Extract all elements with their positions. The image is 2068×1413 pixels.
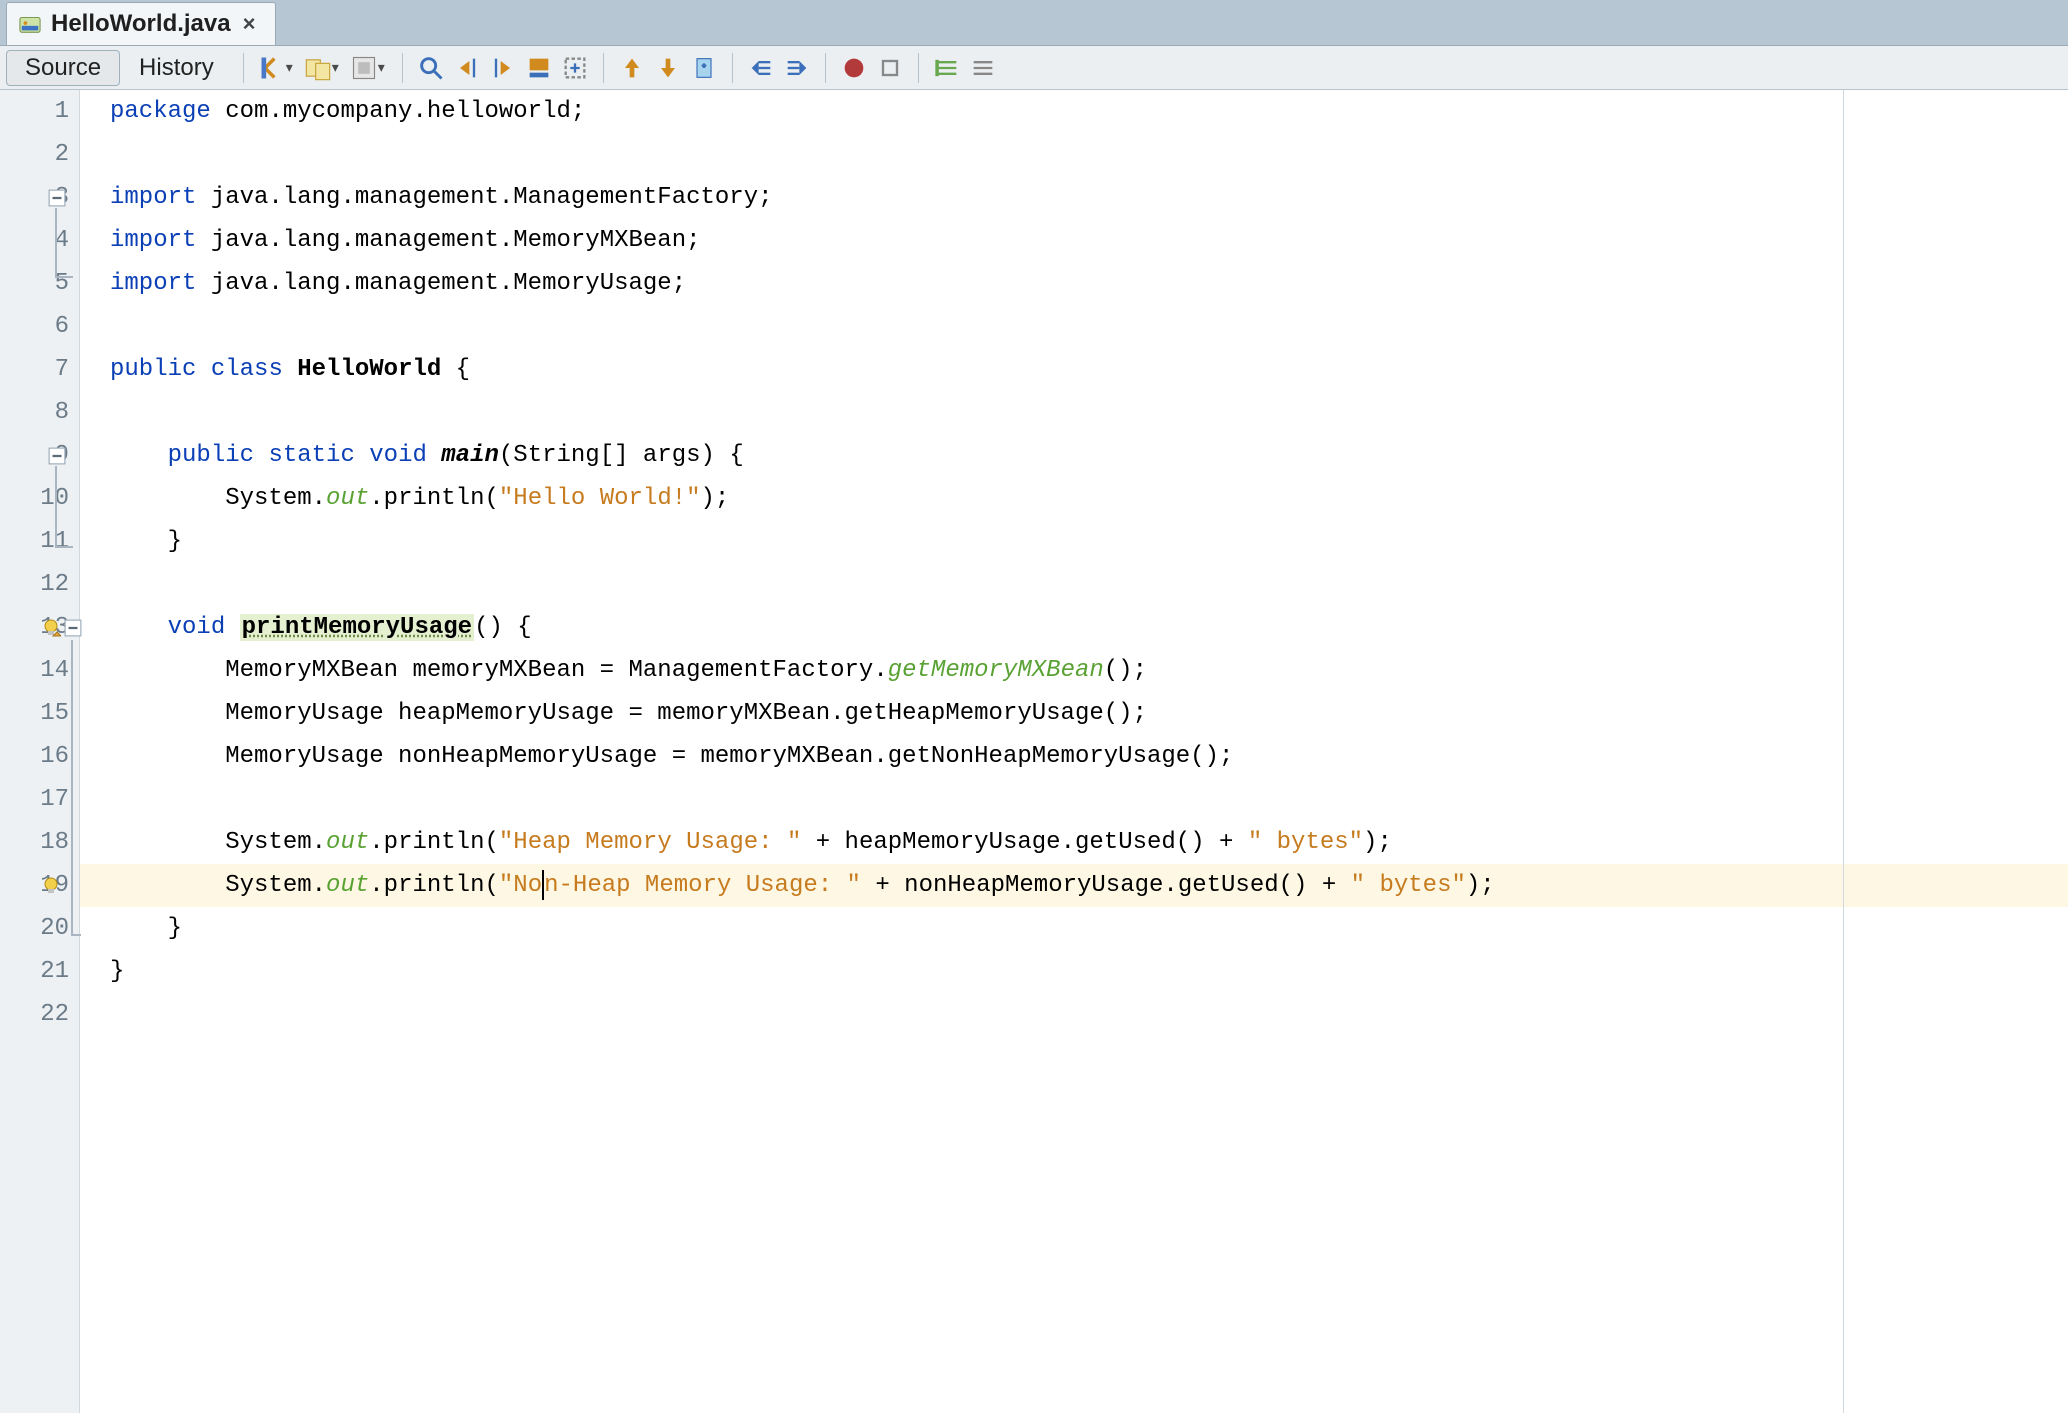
code-line[interactable] xyxy=(80,133,2068,176)
fold-guide xyxy=(55,208,57,276)
code-line[interactable] xyxy=(80,563,2068,606)
line-number: 7 xyxy=(0,348,79,391)
back-icon[interactable] xyxy=(254,50,290,86)
uncomment-icon[interactable] xyxy=(965,50,1001,86)
toolbar-separator xyxy=(603,53,604,83)
toolbar-separator xyxy=(243,53,244,83)
toolbar-separator xyxy=(825,53,826,83)
line-number: 3 xyxy=(0,176,79,219)
line-number: 6 xyxy=(0,305,79,348)
lightbulb-hint-icon[interactable] xyxy=(40,875,62,897)
toolbar-separator xyxy=(918,53,919,83)
line-number: 12 xyxy=(0,563,79,606)
code-line[interactable]: } xyxy=(80,520,2068,563)
prev-bookmark-icon[interactable] xyxy=(614,50,650,86)
code-line[interactable]: public class HelloWorld { xyxy=(80,348,2068,391)
line-number: 20 xyxy=(0,907,79,950)
code-line[interactable]: package com.mycompany.helloworld; xyxy=(80,90,2068,133)
code-editor[interactable]: 1 2 3 4 5 6 7 8 9 10 11 12 13 14 15 16 1… xyxy=(0,90,2068,1413)
code-line[interactable]: MemoryUsage heapMemoryUsage = memoryMXBe… xyxy=(80,692,2068,735)
code-line[interactable] xyxy=(80,778,2068,821)
file-tab[interactable]: HelloWorld.java × xyxy=(6,2,276,45)
toolbar-separator xyxy=(732,53,733,83)
toggle-bookmark-icon[interactable] xyxy=(686,50,722,86)
next-occurrence-icon[interactable] xyxy=(485,50,521,86)
search-icon[interactable] xyxy=(413,50,449,86)
text-caret xyxy=(542,870,544,900)
line-number: 14 xyxy=(0,649,79,692)
line-number: 19 xyxy=(0,864,79,907)
shift-right-icon[interactable] xyxy=(779,50,815,86)
history-view-button[interactable]: History xyxy=(120,50,233,86)
line-number: 4 xyxy=(0,219,79,262)
code-line[interactable]: import java.lang.management.MemoryMXBean… xyxy=(80,219,2068,262)
code-line[interactable]: } xyxy=(80,907,2068,950)
code-line[interactable] xyxy=(80,305,2068,348)
code-line[interactable]: public static void main(String[] args) { xyxy=(80,434,2068,477)
close-tab-icon[interactable]: × xyxy=(241,11,258,37)
fold-guide xyxy=(55,466,57,546)
line-number: 22 xyxy=(0,993,79,1036)
line-number: 8 xyxy=(0,391,79,434)
java-file-icon xyxy=(19,13,41,35)
prev-occurrence-icon[interactable] xyxy=(449,50,485,86)
fold-guide xyxy=(71,640,73,934)
line-number: 9 xyxy=(0,434,79,477)
stop-macro-icon[interactable] xyxy=(872,50,908,86)
next-bookmark-icon[interactable] xyxy=(650,50,686,86)
dropdown-caret-icon[interactable]: ▾ xyxy=(378,59,388,76)
toggle-icon[interactable] xyxy=(346,50,382,86)
tab-filename-label: HelloWorld.java xyxy=(51,10,231,38)
source-view-button[interactable]: Source xyxy=(6,50,120,86)
line-number: 17 xyxy=(0,778,79,821)
code-line[interactable]: import java.lang.management.MemoryUsage; xyxy=(80,262,2068,305)
code-line-current[interactable]: System.out.println("Non-Heap Memory Usag… xyxy=(80,864,2068,907)
code-area[interactable]: package com.mycompany.helloworld; import… xyxy=(80,90,2068,1413)
code-line[interactable]: } xyxy=(80,950,2068,993)
code-line[interactable]: System.out.println("Hello World!"); xyxy=(80,477,2068,520)
forward-icon[interactable] xyxy=(300,50,336,86)
comment-icon[interactable] xyxy=(929,50,965,86)
editor-toolbar: Source History ▾ ▾ ▾ xyxy=(0,46,2068,90)
toolbar-separator xyxy=(402,53,403,83)
line-number: 2 xyxy=(0,133,79,176)
line-number: 18 xyxy=(0,821,79,864)
line-number: 1 xyxy=(0,90,79,133)
toggle-highlight-icon[interactable] xyxy=(521,50,557,86)
line-number: 5 xyxy=(0,262,79,305)
line-number: 21 xyxy=(0,950,79,993)
line-number: 15 xyxy=(0,692,79,735)
dropdown-caret-icon[interactable]: ▾ xyxy=(332,59,342,76)
warning-lightbulb-icon[interactable] xyxy=(40,617,62,639)
code-line[interactable]: import java.lang.management.ManagementFa… xyxy=(80,176,2068,219)
shift-left-icon[interactable] xyxy=(743,50,779,86)
line-number: 16 xyxy=(0,735,79,778)
fold-guide xyxy=(55,546,73,548)
code-line[interactable]: void printMemoryUsage() { xyxy=(80,606,2068,649)
code-line[interactable]: MemoryMXBean memoryMXBean = ManagementFa… xyxy=(80,649,2068,692)
fold-toggle-icon[interactable] xyxy=(48,447,66,465)
line-number: 11 xyxy=(0,520,79,563)
code-line[interactable]: System.out.println("Heap Memory Usage: "… xyxy=(80,821,2068,864)
line-number: 10 xyxy=(0,477,79,520)
start-macro-icon[interactable] xyxy=(836,50,872,86)
gutter: 1 2 3 4 5 6 7 8 9 10 11 12 13 14 15 16 1… xyxy=(0,90,80,1413)
dropdown-caret-icon[interactable]: ▾ xyxy=(286,59,296,76)
line-number: 13 xyxy=(0,606,79,649)
fold-guide xyxy=(55,276,73,278)
code-line[interactable] xyxy=(80,993,2068,1036)
selection-mode-icon[interactable] xyxy=(557,50,593,86)
fold-toggle-icon[interactable] xyxy=(48,189,66,207)
code-line[interactable]: MemoryUsage nonHeapMemoryUsage = memoryM… xyxy=(80,735,2068,778)
tab-bar: HelloWorld.java × xyxy=(0,0,2068,46)
code-line[interactable] xyxy=(80,391,2068,434)
